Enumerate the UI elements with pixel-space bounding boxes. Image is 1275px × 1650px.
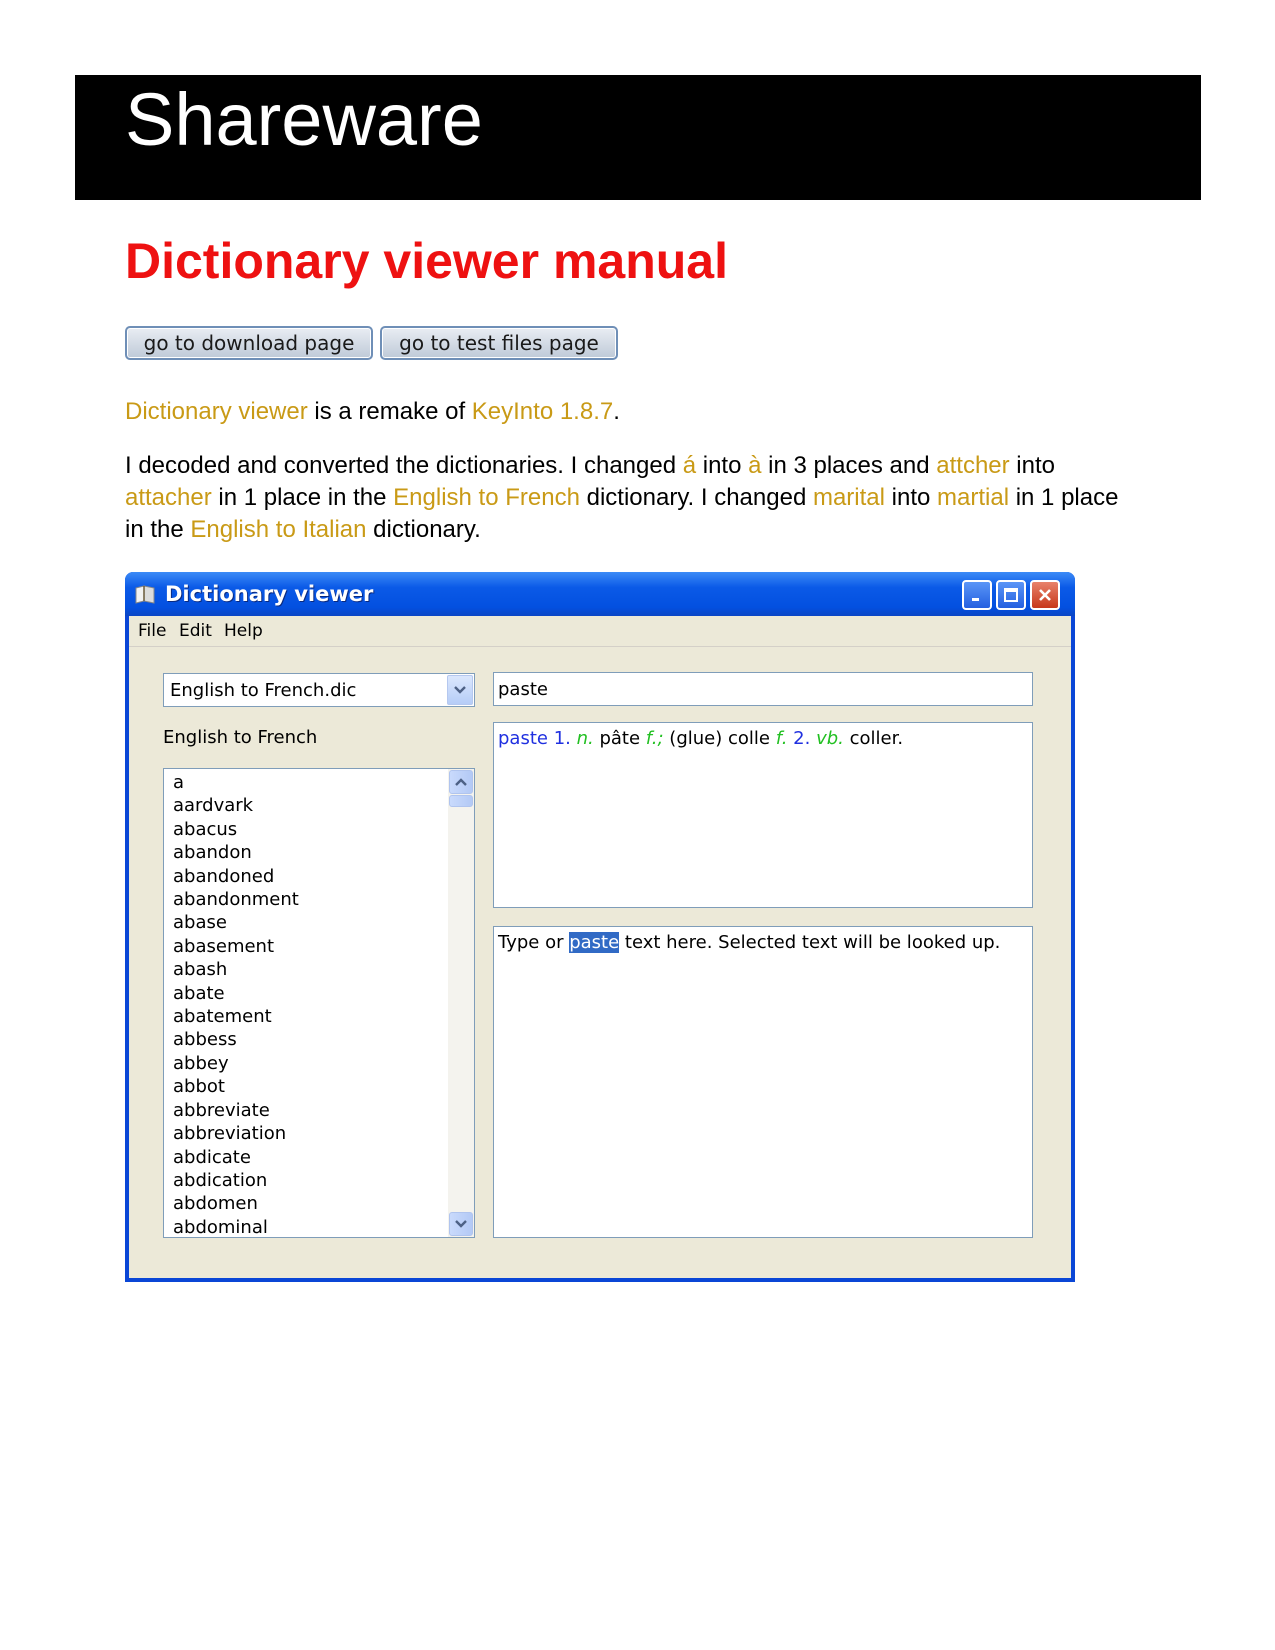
attcher-link[interactable]: attcher (936, 452, 1009, 479)
changes-text-7: into (884, 484, 938, 511)
dropdown-button[interactable] (447, 675, 473, 705)
word-list[interactable]: a aardvark abacus abandon abandoned abandonme… (163, 768, 475, 1238)
list-item[interactable]: abash (173, 958, 299, 981)
book-icon (135, 585, 155, 604)
list-item[interactable]: abdominal (173, 1216, 299, 1237)
dictionary-viewer-link[interactable]: Dictionary viewer (125, 398, 308, 425)
list-item[interactable]: aardvark (173, 794, 299, 817)
minimize-button[interactable] (962, 580, 992, 610)
type-text-before: Type or (498, 932, 570, 953)
close-button[interactable] (1030, 580, 1060, 610)
dictionary-viewer-window: Dictionary viewer File Edit Help English… (125, 572, 1075, 1282)
changes-paragraph: I decoded and converted the dictionaries… (125, 450, 1125, 546)
changes-text-4: into (1009, 452, 1056, 479)
menu-help[interactable]: Help (224, 621, 263, 641)
keyinto-link[interactable]: KeyInto 1.8.7 (472, 398, 613, 425)
definition-box[interactable]: paste 1. n. pâte f.; (glue) colle f. 2. … (493, 722, 1033, 908)
changes-text-3: in 3 places and (761, 452, 937, 479)
definition-gender-1: f.; (645, 728, 664, 749)
list-item[interactable]: abandoned (173, 865, 299, 888)
attacher-link[interactable]: attacher (125, 484, 212, 511)
definition-word-2: (glue) colle (663, 728, 776, 749)
window-title: Dictionary viewer (165, 582, 374, 606)
type-text-area[interactable]: Type or paste text here. Selected text w… (493, 926, 1033, 1238)
list-item[interactable]: abbreviate (173, 1099, 299, 1122)
scroll-down-button[interactable] (449, 1212, 473, 1236)
maximize-button[interactable] (996, 580, 1026, 610)
list-item[interactable]: abbot (173, 1075, 299, 1098)
definition-gender-2: f. (775, 728, 788, 749)
changes-text-5: in 1 place in the (211, 484, 394, 511)
definition-word-3: coller. (843, 728, 904, 749)
list-item[interactable]: abandon (173, 841, 299, 864)
marital-link[interactable]: marital (813, 484, 885, 511)
type-text-after: text here. Selected text will be looked … (619, 932, 1001, 953)
english-to-italian-link[interactable]: English to Italian (190, 516, 366, 543)
definition-pos-verb: vb. (816, 728, 844, 749)
menu-file-label: File (138, 621, 167, 641)
definition-word-1: pâte (593, 728, 646, 749)
intro-paragraph: Dictionary viewer is a remake of KeyInto… (125, 396, 1125, 428)
maximize-icon (1004, 588, 1018, 602)
selected-text: paste (569, 932, 620, 953)
intro-period: . (613, 398, 620, 425)
banner: Shareware (75, 75, 1201, 200)
menu-help-label: Help (224, 621, 263, 641)
intro-text: is a remake of (307, 398, 472, 425)
list-item[interactable]: abbess (173, 1028, 299, 1051)
changes-text-6: dictionary. I changed (579, 484, 813, 511)
list-item[interactable]: abdicate (173, 1146, 299, 1169)
changes-text-2: into (696, 452, 749, 479)
chevron-down-icon (455, 1220, 467, 1228)
list-item[interactable]: abdication (173, 1169, 299, 1192)
close-icon (1039, 589, 1051, 601)
word-list-items: a aardvark abacus abandon abandoned abandonme… (173, 771, 299, 1237)
list-item[interactable]: abandonment (173, 888, 299, 911)
changes-text-1: I decoded and converted the dictionaries… (125, 452, 683, 479)
dictionary-name-label: English to French (163, 727, 318, 748)
list-item[interactable]: abdomen (173, 1192, 299, 1215)
window-titlebar[interactable]: Dictionary viewer (125, 572, 1075, 616)
list-item[interactable]: a (173, 771, 299, 794)
chevron-up-icon (455, 778, 467, 786)
list-item[interactable]: abbey (173, 1052, 299, 1075)
menu-edit[interactable]: Edit (179, 621, 212, 641)
window-client-area: File Edit Help English to French.dic Eng… (129, 616, 1071, 1278)
definition-sense-2: 2. (787, 728, 817, 749)
dictionary-select[interactable]: English to French.dic (163, 673, 475, 707)
test-files-page-button[interactable]: go to test files page (380, 326, 618, 360)
list-item[interactable]: abasement (173, 935, 299, 958)
menu-file[interactable]: File (138, 621, 166, 641)
menu-edit-label: Edit (179, 621, 212, 641)
lookup-input[interactable] (493, 672, 1033, 706)
dictionary-select-value: English to French.dic (170, 680, 357, 701)
word-list-scrollbar[interactable] (448, 769, 474, 1237)
page-title: Dictionary viewer manual (125, 233, 729, 289)
list-item[interactable]: abacus (173, 818, 299, 841)
english-to-french-link[interactable]: English to French (393, 484, 580, 511)
list-item[interactable]: abatement (173, 1005, 299, 1028)
definition-headword: paste (498, 728, 548, 749)
changes-text-9: dictionary. (366, 516, 481, 543)
scroll-up-button[interactable] (449, 770, 473, 794)
a-acute-link[interactable]: á (683, 452, 696, 479)
list-item[interactable]: abate (173, 982, 299, 1005)
minimize-icon (972, 598, 979, 601)
definition-sense-1: 1. (547, 728, 577, 749)
definition-pos-noun: n. (576, 728, 594, 749)
chevron-down-icon (454, 686, 466, 694)
menu-bar: File Edit Help (129, 616, 1071, 647)
download-page-button[interactable]: go to download page (125, 326, 373, 360)
list-item[interactable]: abbreviation (173, 1122, 299, 1145)
banner-title: Shareware (125, 78, 483, 161)
list-item[interactable]: abase (173, 911, 299, 934)
martial-link[interactable]: martial (937, 484, 1009, 511)
a-grave-link[interactable]: à (748, 452, 761, 479)
scroll-thumb[interactable] (449, 795, 473, 807)
